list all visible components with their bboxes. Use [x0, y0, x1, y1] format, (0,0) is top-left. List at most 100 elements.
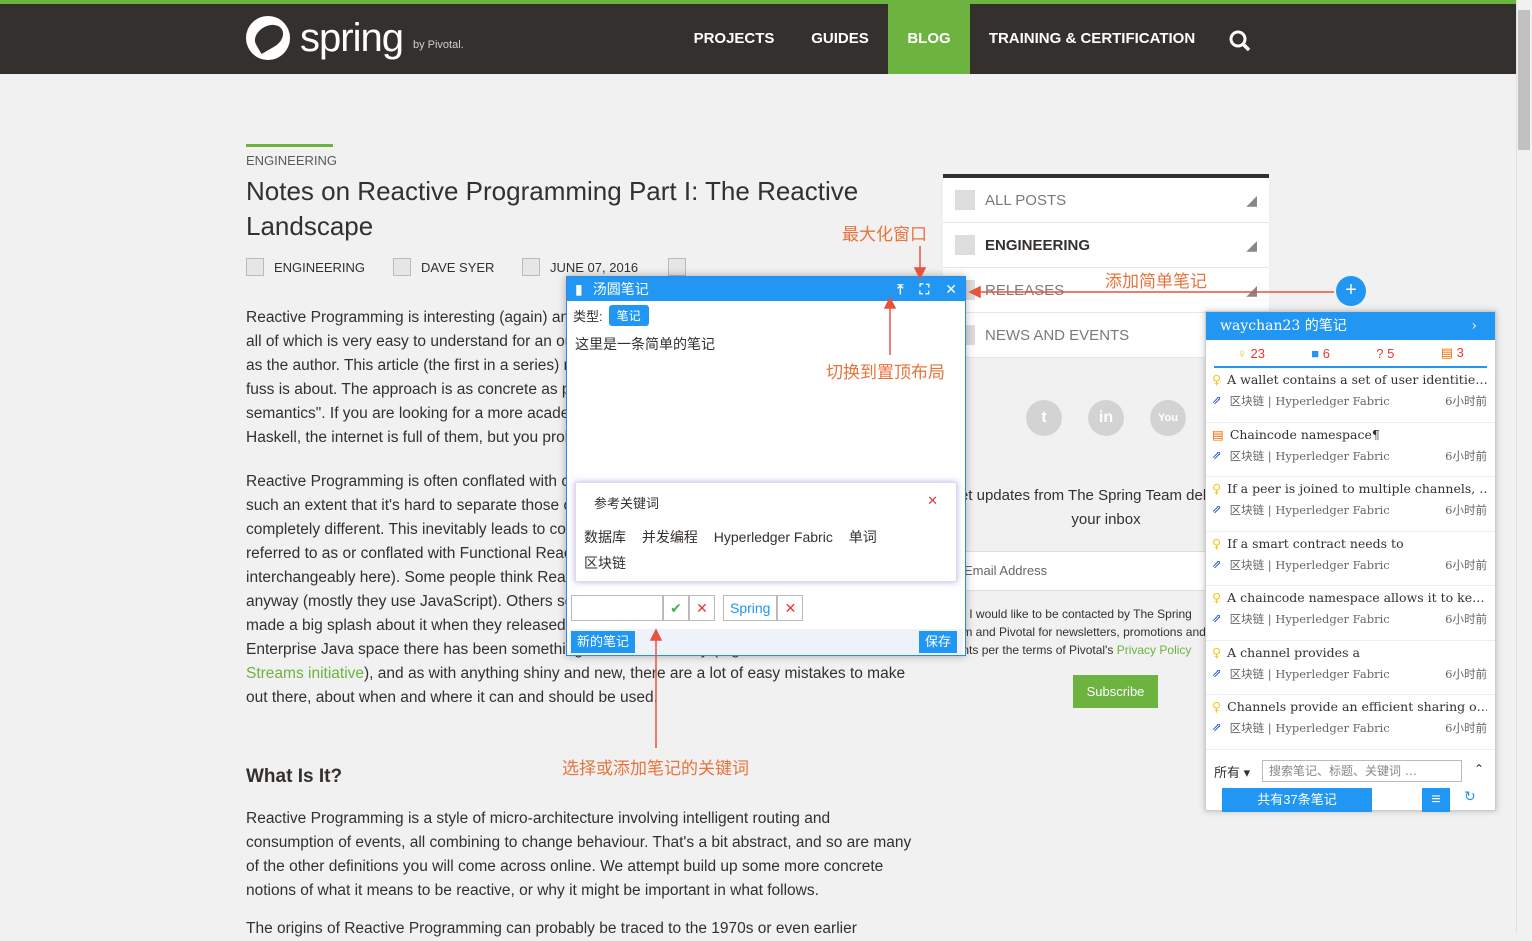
save-button[interactable]: 保存 — [919, 631, 958, 653]
sidebar-label: NEWS AND EVENTS — [985, 326, 1130, 344]
close-icon[interactable]: ✕ — [945, 281, 957, 298]
lightbulb-icon: ♀ — [1212, 372, 1222, 387]
close-icon[interactable]: ✕ — [927, 493, 938, 512]
note-stats: ♀ 23 ■ 6 ? 5 ▤ 3 — [1214, 340, 1487, 368]
spring-leaf-icon — [246, 16, 290, 60]
keyword-item[interactable]: 单词 — [849, 529, 877, 545]
logo-by: by Pivotal. — [412, 39, 464, 51]
question-icon: ? — [1376, 345, 1384, 361]
chevron-up-icon[interactable]: ⌃ — [1474, 762, 1484, 776]
list-item[interactable]: ♀ A wallet contains a set of user identit… — [1206, 368, 1495, 423]
privacy-link[interactable]: Privacy Policy — [1117, 643, 1192, 657]
filter-icon[interactable]: ≡ — [1422, 788, 1450, 812]
stat-ideas[interactable]: ♀ 23 — [1237, 346, 1265, 361]
panel-footer: 所有 ▾ 搜索笔记、标题、关键词 … ⌃ 共有37条笔记 ≡ ↻ — [1206, 760, 1497, 812]
meta-date: JUNE 07, 2016 — [522, 258, 687, 276]
rss-icon[interactable]: ◢ — [1246, 192, 1257, 209]
stat-count: 23 — [1250, 345, 1265, 361]
note-title: A channel provides a — [1227, 644, 1360, 660]
check-icon[interactable]: ✔ — [663, 595, 689, 621]
stat-questions[interactable]: ? 5 — [1376, 346, 1394, 361]
sidebar-label: ENGINEERING — [985, 236, 1091, 254]
list-item[interactable]: ♀ A chaincode namespace allows it to ke… ⇗… — [1206, 586, 1495, 641]
note-time: 6小时前 — [1445, 721, 1487, 735]
pin-top-icon[interactable]: ⤒ — [897, 281, 903, 298]
filter-select[interactable]: 所有 ▾ — [1214, 762, 1250, 781]
sidebar-label: RELEASES — [985, 281, 1065, 299]
list-item[interactable]: ♀ If a smart contract needs to ⇗ 区块链 | Hype… — [1206, 532, 1495, 586]
remove-tag-icon[interactable]: ✕ — [777, 595, 804, 621]
keyword-item[interactable]: 并发编程 — [642, 529, 698, 545]
meta-author[interactable]: DAVE SYER — [393, 258, 494, 276]
braces-icon — [955, 235, 975, 255]
keyword-item[interactable]: 数据库 — [584, 529, 626, 545]
logo-text: spring — [300, 16, 404, 60]
nav-guides[interactable]: GUIDES — [800, 4, 880, 74]
linkedin-icon[interactable]: in — [1088, 400, 1124, 436]
external-link-icon[interactable]: ⇗ — [1212, 720, 1222, 736]
external-link-icon[interactable]: ⇗ — [1212, 557, 1222, 573]
youtube-icon[interactable]: You — [1150, 400, 1186, 436]
keyword-header: 参考关键词 — [594, 496, 660, 511]
maximize-icon[interactable]: ⛶ — [919, 281, 929, 298]
note-content[interactable]: 这里是一条简单的笔记 — [567, 330, 965, 480]
nav-training[interactable]: TRAINING & CERTIFICATION — [978, 4, 1206, 74]
search-input[interactable]: 搜索笔记、标题、关键词 … — [1262, 760, 1462, 782]
nav-blog[interactable]: BLOG — [888, 4, 970, 74]
clipboard-icon: ▤ — [1440, 345, 1453, 360]
list-item[interactable]: ▤ Chaincode namespace¶ ⇗ 区块链 | Hyperledger … — [1206, 423, 1495, 477]
note-time: 6小时前 — [1445, 503, 1487, 517]
category-accent — [246, 144, 333, 147]
paragraph-4: The origins of Reactive Programming can … — [246, 920, 857, 937]
list-item[interactable]: ♀ A channel provides a ⇗ 区块链 | Hyperledger … — [1206, 641, 1495, 695]
comment-icon[interactable] — [668, 258, 687, 276]
stat-clips[interactable]: ▤ 3 — [1441, 345, 1464, 361]
note-time: 6小时前 — [1445, 394, 1487, 408]
meta-category[interactable]: ENGINEERING — [246, 258, 365, 276]
keyword-item[interactable]: Hyperledger Fabric — [714, 529, 833, 545]
spring-logo[interactable]: spring by Pivotal. — [246, 14, 464, 62]
note-window-title: 汤圆笔记 — [592, 281, 649, 297]
external-link-icon[interactable]: ⇗ — [1212, 666, 1222, 682]
annotation-top-layout: 切换到置顶布局 — [826, 363, 945, 383]
sidebar-item-all-posts[interactable]: ALL POSTS ◢ — [943, 178, 1269, 223]
keyword-input-row: ✔ ✕ Spring ✕ — [571, 595, 804, 621]
rss-icon[interactable]: ◢ — [1246, 237, 1257, 254]
note-window-header[interactable]: ▮ 汤圆笔记 ⤒ ⛶ ✕ — [567, 277, 965, 301]
external-link-icon[interactable]: ⇗ — [1212, 448, 1222, 464]
document-icon: ■ — [1311, 345, 1320, 361]
list-item[interactable]: ♀ Channels provide an efficient sharing o… — [1206, 695, 1495, 750]
clear-icon[interactable]: ✕ — [689, 595, 715, 621]
scrollbar-thumb[interactable] — [1518, 10, 1530, 150]
stat-docs[interactable]: ■ 6 — [1311, 346, 1330, 361]
stat-count: 3 — [1456, 345, 1464, 360]
new-note-button[interactable]: 新的笔记 — [571, 631, 636, 653]
note-time: 6小时前 — [1445, 612, 1487, 626]
notes-list: ♀ A wallet contains a set of user identit… — [1206, 368, 1495, 758]
keyword-tag[interactable]: Spring — [723, 595, 778, 621]
keyword-suggestions: 参考关键词 ✕ 数据库 并发编程 Hyperledger Fabric 单词 区块… — [575, 482, 957, 582]
nav-projects[interactable]: PROJECTS — [680, 4, 788, 74]
sidebar-item-engineering[interactable]: ENGINEERING ◢ — [943, 223, 1269, 268]
search-icon[interactable] — [1229, 30, 1251, 52]
rss-icon[interactable]: ◢ — [1246, 282, 1257, 299]
external-link-icon[interactable]: ⇗ — [1212, 393, 1222, 409]
keyword-input[interactable] — [571, 595, 663, 621]
add-simple-note-button[interactable]: + — [1336, 276, 1366, 306]
clipboard-icon: ▤ — [1212, 426, 1224, 442]
twitter-icon[interactable]: t — [1026, 400, 1062, 436]
list-item[interactable]: ♀ If a peer is joined to multiple channel… — [1206, 477, 1495, 532]
panel-header[interactable]: waychan23 的笔记 › — [1206, 312, 1495, 340]
type-selector[interactable]: 笔记 — [608, 305, 649, 326]
article-category[interactable]: ENGINEERING — [246, 153, 337, 168]
subscribe-button[interactable]: Subscribe — [1073, 675, 1158, 708]
article-body-2: Reactive Programming is a style of micro… — [246, 807, 916, 941]
external-link-icon[interactable]: ⇗ — [1212, 611, 1222, 627]
external-link-icon[interactable]: ⇗ — [1212, 502, 1222, 518]
note-tags: 区块链 | Hyperledger Fabric — [1229, 503, 1390, 517]
keyword-item[interactable]: 区块链 — [584, 555, 626, 571]
refresh-icon[interactable]: ↻ — [1464, 788, 1476, 805]
note-actions: 新的笔记 保存 — [569, 629, 963, 655]
star-icon — [955, 190, 975, 210]
chevron-right-icon[interactable]: › — [1471, 312, 1477, 340]
